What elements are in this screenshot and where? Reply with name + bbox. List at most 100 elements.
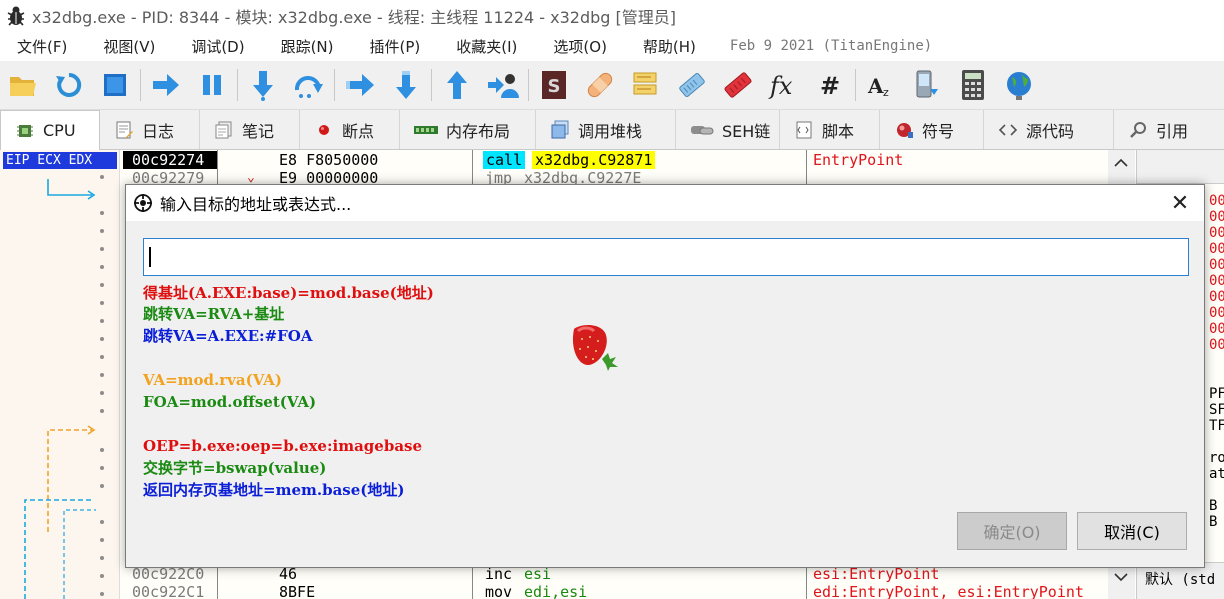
tab-label: SEH链: [722, 121, 771, 141]
toolbar-separator: [431, 69, 432, 101]
search-icon: [1128, 120, 1148, 140]
log-icon: [114, 120, 134, 140]
register-fragment: 00: [1209, 241, 1224, 257]
callstack-icon: [550, 120, 570, 140]
tab-script[interactable]: 脚本: [780, 110, 880, 149]
tab-source[interactable]: 源代码: [984, 110, 1114, 149]
run-to-user-code-icon[interactable]: [486, 68, 520, 102]
tab-label: 内存布局: [446, 121, 511, 141]
register-fragment: 00: [1209, 193, 1224, 209]
comment-cell: EntryPoint: [813, 151, 904, 169]
register-fragment: at: [1209, 466, 1224, 482]
execute-till-return-icon[interactable]: [440, 68, 474, 102]
register-fragment: 00: [1209, 257, 1224, 273]
hint-mod-rva: VA=mod.rva(VA): [143, 371, 282, 389]
globe-icon[interactable]: [1002, 68, 1036, 102]
gutter-dot: [100, 574, 104, 578]
menu-help[interactable]: 帮助(H): [643, 36, 696, 57]
toolbar-separator: [237, 69, 238, 101]
script-icon: [794, 120, 814, 140]
tab-label: 引用: [1155, 121, 1188, 141]
pause-icon[interactable]: [195, 68, 229, 102]
register-fragment: B: [1209, 498, 1218, 514]
menu-plugins[interactable]: 插件(P): [370, 36, 421, 57]
patch-icon[interactable]: [583, 68, 617, 102]
trace-into-icon[interactable]: [343, 68, 377, 102]
register-fragment: 00: [1209, 289, 1224, 305]
chevron-up-icon[interactable]: [1114, 158, 1128, 168]
goto-expression-dialog: 输入目标的地址或表达式... ✕ 得基址(A.EXE:base)=mod.bas…: [125, 184, 1205, 568]
seh-icon: [690, 120, 714, 140]
notes-icon: [214, 120, 234, 140]
gutter-dot: [100, 247, 104, 251]
restart-icon[interactable]: [52, 68, 86, 102]
register-fragment: 00: [1209, 225, 1224, 241]
chevron-down-icon[interactable]: [1114, 572, 1128, 582]
gutter-dot: [100, 301, 104, 305]
gutter-dot: [100, 520, 104, 524]
hint-base-address: 得基址(A.EXE:base)=mod.base(地址): [143, 284, 434, 302]
disasm-row[interactable]: 00c922C1 8BFE mov edi,esi edi:EntryPoint…: [120, 583, 1135, 599]
run-icon[interactable]: [149, 68, 183, 102]
hash-icon[interactable]: #: [813, 68, 847, 102]
crosshair-icon: [132, 192, 154, 214]
menu-options[interactable]: 选项(O): [553, 36, 607, 57]
menu-debug[interactable]: 调试(D): [191, 36, 244, 57]
device-icon[interactable]: [910, 68, 944, 102]
tab-breakpoints[interactable]: 断点: [300, 110, 400, 149]
menu-view[interactable]: 视图(V): [103, 36, 155, 57]
toolbar-separator: [855, 69, 856, 101]
expression-input[interactable]: [143, 238, 1189, 276]
menu-file[interactable]: 文件(F): [17, 36, 67, 57]
trace-over-icon[interactable]: [389, 68, 423, 102]
menu-trace[interactable]: 跟踪(N): [281, 36, 334, 57]
register-fragment: 00: [1209, 209, 1224, 225]
hint-bswap: 交换字节=bswap(value): [143, 459, 327, 477]
ok-button[interactable]: 确定(O): [957, 512, 1067, 550]
functions-icon[interactable]: fx: [767, 68, 801, 102]
strings-icon[interactable]: Az: [864, 68, 898, 102]
comments-icon[interactable]: [629, 68, 663, 102]
disasm-row[interactable]: 00c92274 E8 F8050000 call x32dbg.C92871 …: [120, 151, 1135, 169]
tab-memory-map[interactable]: 内存布局: [400, 110, 536, 149]
open-folder-icon[interactable]: [6, 68, 40, 102]
hint-oep: OEP=b.exe:oep=b.exe:imagebase: [143, 437, 423, 455]
bookmarks-icon[interactable]: [721, 68, 755, 102]
close-icon[interactable]: ✕: [1162, 187, 1198, 219]
labels-icon[interactable]: [675, 68, 709, 102]
calculator-icon[interactable]: [956, 68, 990, 102]
symbol-icon: [894, 120, 914, 140]
instr-cell: call: [483, 151, 526, 169]
gutter-dot: [100, 538, 104, 542]
title-bar: x32dbg.exe - PID: 8344 - 模块: x32dbg.exe …: [0, 0, 1224, 31]
gutter-dot: [100, 229, 104, 233]
tab-log[interactable]: 日志: [100, 110, 200, 149]
cancel-button[interactable]: 取消(C): [1077, 512, 1187, 550]
build-date: Feb 9 2021 (TitanEngine): [729, 38, 933, 54]
strawberry-icon: [572, 325, 618, 371]
tab-call-stack[interactable]: 调用堆栈: [536, 110, 676, 149]
stop-icon[interactable]: [98, 68, 132, 102]
breakpoint-icon: [314, 120, 334, 140]
tab-references[interactable]: 引用: [1114, 110, 1204, 149]
menu-bar: 文件(F) 视图(V) 调试(D) 跟踪(N) 插件(P) 收藏夹(I) 选项(…: [0, 31, 1224, 61]
scylla-icon[interactable]: S: [537, 68, 571, 102]
tab-symbols[interactable]: 符号: [880, 110, 984, 149]
gutter-dot: [100, 409, 104, 413]
register-fragment: B: [1209, 514, 1218, 530]
menu-favourites[interactable]: 收藏夹(I): [456, 36, 517, 57]
tab-cpu[interactable]: CPU: [0, 110, 100, 150]
toolbar: S fx # Az: [0, 61, 1224, 110]
register-fragment: 00: [1209, 305, 1224, 321]
step-into-icon[interactable]: [246, 68, 280, 102]
tab-seh-chain[interactable]: SEH链: [676, 110, 780, 149]
register-fragment: SF: [1209, 402, 1224, 418]
source-icon: [998, 120, 1018, 140]
step-over-icon[interactable]: [292, 68, 326, 102]
tab-notes[interactable]: 笔记: [200, 110, 300, 149]
comment-cell: edi:EntryPoint, esi:EntryPoint: [813, 583, 1084, 599]
gutter-dot: [100, 265, 104, 269]
memory-icon: [414, 120, 438, 140]
tab-label: 断点: [342, 121, 375, 141]
gutter-dot: [100, 592, 104, 596]
